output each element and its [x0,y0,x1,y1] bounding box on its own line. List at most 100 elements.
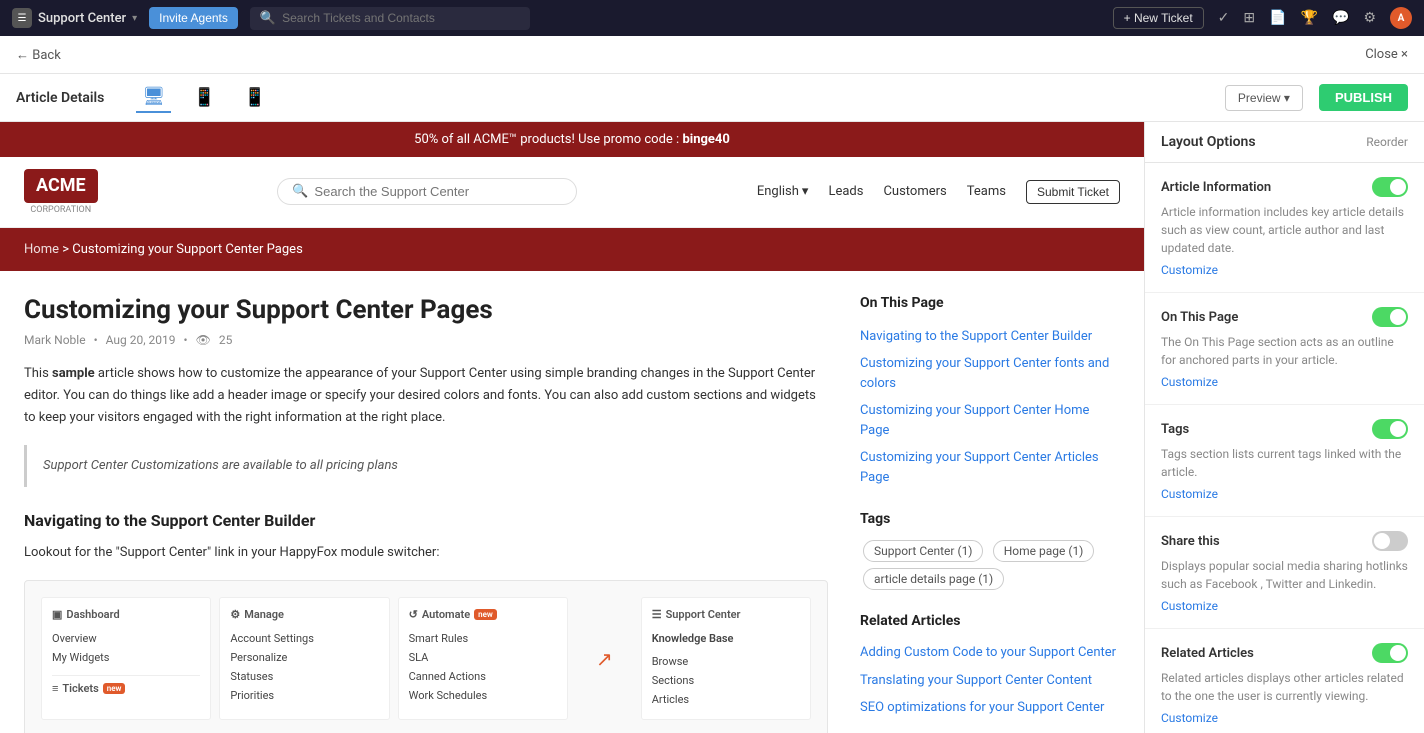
meta-dot2: • [184,333,188,347]
tablet-view-icon[interactable]: 📱 [187,83,221,112]
preview-button[interactable]: Preview ▾ [1225,85,1303,111]
nav-teams[interactable]: Teams [967,184,1006,199]
tickets-icon: ≡ [52,682,58,695]
new-ticket-button[interactable]: + New Ticket [1113,7,1204,29]
article-sidebar: On This Page Navigating to the Support C… [860,295,1120,733]
doc-icon[interactable]: 📄 [1269,10,1286,26]
sidebar-link-4[interactable]: Customizing your Support Center Articles… [860,444,1120,491]
sidebar-link-3[interactable]: Customizing your Support Center Home Pag… [860,397,1120,444]
related-link-3[interactable]: SEO optimizations for your Support Cente… [860,694,1120,722]
nav-teams-label: Teams [967,184,1006,199]
automate-icon: ↺ [409,608,418,621]
layout-item-share-toggle[interactable] [1372,531,1408,551]
related-articles-title: Related Articles [860,613,1120,629]
tags-title: Tags [860,511,1120,527]
site-search: 🔍 [277,178,577,205]
invite-agents-button[interactable]: Invite Agents [149,7,238,29]
nav-english[interactable]: English ▾ [757,184,809,199]
sidebar-link-2[interactable]: Customizing your Support Center fonts an… [860,350,1120,397]
module-col-support: ☰ Support Center Knowledge Base Browse S… [641,597,811,720]
breadcrumb-separator: > [62,242,72,257]
breadcrumb-home[interactable]: Home [24,242,59,257]
layout-item-share-header: Share this [1161,531,1408,551]
module-item-browse: Browse [652,652,800,671]
related-articles-section: Related Articles Adding Custom Code to y… [860,613,1120,722]
related-link-1[interactable]: Adding Custom Code to your Support Cente… [860,639,1120,667]
site-search-icon: 🔍 [292,184,308,199]
article-section-body: Lookout for the "Support Center" link in… [24,542,828,564]
search-input[interactable] [282,11,520,25]
layout-item-related: Related Articles Related articles displa… [1145,629,1424,733]
nav-customers[interactable]: Customers [883,184,946,199]
module-screenshot: ▣ Dashboard Overview My Widgets ≡ Ticket… [24,580,828,733]
layout-item-on-this-page-customize[interactable]: Customize [1161,375,1218,389]
nav-english-label: English [757,184,799,199]
layout-item-article-info-customize[interactable]: Customize [1161,263,1218,277]
article-content: Customizing your Support Center Pages Ma… [0,271,1144,733]
article-section-title: Navigating to the Support Center Builder [24,507,828,534]
module-item-articles: Articles [652,690,800,709]
promo-text: 50% of all ACME™ products! Use promo cod… [414,132,679,147]
layout-item-share-customize[interactable]: Customize [1161,599,1218,613]
tag-0[interactable]: Support Center (1) [863,540,983,562]
settings-icon[interactable]: ⚙ [1363,10,1376,26]
back-button[interactable]: ← Back [16,47,61,63]
body-rest: article shows how to customize the appea… [24,366,816,425]
module-item-work: Work Schedules [409,686,557,705]
site-search-input[interactable] [314,184,562,199]
chat-icon[interactable]: 💬 [1332,10,1349,26]
body-sample: sample [52,366,95,381]
layout-item-related-toggle[interactable] [1372,643,1408,663]
top-nav-actions: + New Ticket ✓ ⊞ 📄 🏆 💬 ⚙ A [1113,7,1412,29]
layout-item-tags-customize[interactable]: Customize [1161,487,1218,501]
related-link-2[interactable]: Translating your Support Center Content [860,667,1120,695]
publish-button[interactable]: PUBLISH [1319,84,1408,111]
acme-logo-box: ACME [24,169,98,203]
right-panel: Layout Options Reorder Article Informati… [1144,122,1424,733]
module-item-statuses: Statuses [230,667,378,686]
layout-item-on-this-page-header: On This Page [1161,307,1408,327]
global-search: 🔍 [250,7,530,30]
nav-leads-label: Leads [828,184,863,199]
article-bar: Article Details 🖥 📱 📱 Preview ▾ PUBLISH [0,74,1424,122]
layout-item-tags-toggle[interactable] [1372,419,1408,439]
trophy-icon[interactable]: 🏆 [1301,10,1318,26]
layout-item-on-this-page-toggle[interactable] [1372,307,1408,327]
breadcrumb: Home > Customizing your Support Center P… [0,228,1144,271]
module-item-kb: Knowledge Base [652,629,800,648]
module-item-overview: Overview [52,629,200,648]
reorder-link[interactable]: Reorder [1366,135,1408,149]
site-header: ACME CORPORATION 🔍 English ▾ Leads Cust [0,157,1144,228]
layout-options-title: Layout Options [1161,134,1256,150]
layout-item-article-info-toggle[interactable] [1372,177,1408,197]
dashboard-icon: ▣ [52,608,62,621]
article-body: This sample article shows how to customi… [24,363,828,565]
check-circle-icon[interactable]: ✓ [1218,10,1230,26]
body-intro: This [24,366,52,381]
automate-label: Automate [422,608,470,621]
module-item-sla: SLA [409,648,557,667]
support-label: Support Center [666,608,741,621]
layout-item-related-name: Related Articles [1161,646,1254,661]
desktop-view-icon[interactable]: 🖥 [136,82,171,113]
mobile-view-icon[interactable]: 📱 [238,83,272,112]
article-date: Aug 20, 2019 [106,333,176,347]
dashboard-label: Dashboard [66,608,119,621]
close-button[interactable]: Close × [1365,47,1408,62]
promo-code: binge40 [682,132,729,147]
submit-ticket-button[interactable]: Submit Ticket [1026,180,1120,204]
manage-icon: ⚙ [230,608,240,621]
blockquote: Support Center Customizations are availa… [24,445,828,487]
acme-corp: CORPORATION [24,205,98,215]
sidebar-link-1[interactable]: Navigating to the Support Center Builder [860,323,1120,351]
layout-item-tags-desc: Tags section lists current tags linked w… [1161,445,1408,481]
nav-english-chevron-icon: ▾ [802,184,809,199]
nav-leads[interactable]: Leads [828,184,863,199]
layout-item-on-this-page-name: On This Page [1161,310,1238,325]
layout-item-share-name: Share this [1161,534,1220,549]
grid-icon[interactable]: ⊞ [1243,10,1255,26]
avatar[interactable]: A [1390,7,1412,29]
tag-1[interactable]: Home page (1) [993,540,1095,562]
layout-item-related-customize[interactable]: Customize [1161,711,1218,725]
tag-2[interactable]: article details page (1) [863,568,1004,590]
